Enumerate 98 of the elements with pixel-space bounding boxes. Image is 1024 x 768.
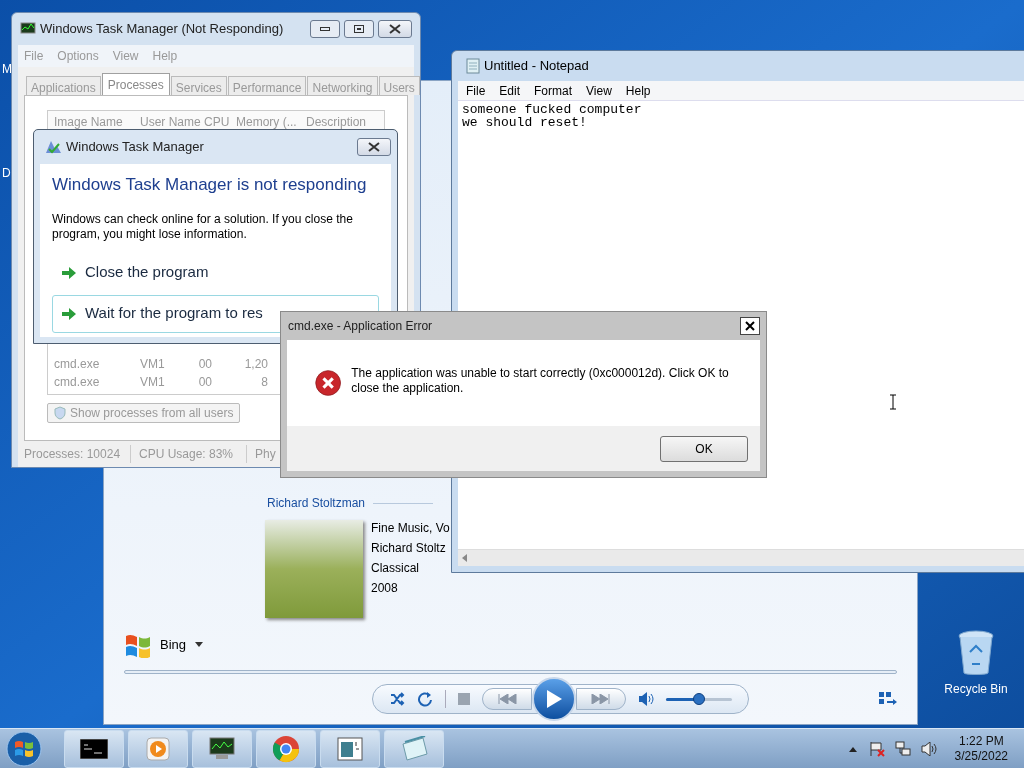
column-header[interactable]: Description bbox=[304, 113, 380, 131]
previous-button[interactable] bbox=[482, 688, 532, 710]
flag-icon[interactable] bbox=[868, 740, 885, 757]
status-text: Phy bbox=[246, 445, 276, 463]
switch-view-icon[interactable] bbox=[879, 692, 897, 706]
table-cell-text: VM1 bbox=[139, 356, 166, 373]
close-icon bbox=[389, 24, 401, 34]
taskbar-button[interactable] bbox=[192, 729, 252, 768]
desktop-icon-label: D bbox=[2, 165, 11, 182]
start-button[interactable] bbox=[4, 729, 44, 768]
desktop-icon-label[interactable]: Recycle Bin bbox=[944, 680, 1008, 698]
shield-icon bbox=[54, 406, 66, 420]
play-button[interactable] bbox=[532, 677, 576, 721]
table-cell-text: cmd.exe bbox=[53, 374, 101, 391]
windows-logo-icon bbox=[6, 730, 42, 767]
tab[interactable]: Services bbox=[170, 76, 227, 95]
document-text-line: someone fucked computer bbox=[462, 103, 643, 116]
next-icon bbox=[591, 694, 611, 704]
tab[interactable]: Applications bbox=[26, 76, 101, 95]
table-cell-text: 00 bbox=[197, 356, 212, 373]
artist-heading[interactable]: Richard Stoltzman bbox=[267, 494, 366, 512]
clock-date[interactable]: 3/25/2022 bbox=[954, 748, 1008, 764]
table-cell-text: 1,20 bbox=[243, 356, 268, 373]
close-icon bbox=[368, 142, 380, 152]
dialog-message: Windows can check online for a solution. If you close the program, you might lose information. bbox=[52, 211, 354, 242]
menu-item[interactable]: File bbox=[466, 81, 486, 100]
shuffle-icon[interactable] bbox=[389, 691, 405, 707]
menu-item[interactable]: Edit bbox=[499, 81, 521, 100]
menu-item[interactable]: View bbox=[112, 47, 139, 65]
minimize-button[interactable] bbox=[310, 20, 340, 38]
volume-icon[interactable] bbox=[638, 692, 654, 706]
window-title: Windows Task Manager bbox=[66, 138, 204, 157]
tab[interactable]: Users bbox=[378, 76, 420, 95]
notepad-icon bbox=[399, 735, 429, 762]
album-info-text: Classical bbox=[371, 560, 420, 576]
terminal-icon bbox=[80, 738, 108, 759]
tab[interactable]: Networking bbox=[307, 76, 378, 95]
table-cell-text: 00 bbox=[197, 374, 212, 391]
volume-thumb[interactable] bbox=[693, 692, 705, 705]
menu-item[interactable]: Help bbox=[625, 81, 651, 100]
volume-icon[interactable] bbox=[920, 741, 937, 756]
repeat-icon[interactable] bbox=[417, 691, 433, 707]
search-provider-label[interactable]: Bing bbox=[160, 635, 187, 655]
close-icon bbox=[745, 321, 755, 331]
document-text-line: we should reset! bbox=[462, 116, 587, 129]
menu-item[interactable]: Help bbox=[152, 47, 178, 65]
error-message: The application was unable to start correctly (0xc000012d). Click OK to close the application. bbox=[351, 366, 730, 397]
show-hidden-icons-icon[interactable] bbox=[848, 745, 857, 752]
menu-item[interactable]: View bbox=[586, 81, 612, 100]
table-cell-text: 8 bbox=[260, 374, 268, 391]
menu-item[interactable]: File bbox=[24, 47, 44, 65]
window-title: Untitled - Notepad bbox=[484, 57, 589, 76]
album-info-text: 2008 bbox=[371, 580, 399, 596]
caret-icon[interactable] bbox=[194, 642, 205, 648]
column-header[interactable]: CPU bbox=[202, 113, 234, 131]
menu-item[interactable]: Options bbox=[57, 47, 99, 65]
table-cell-text: cmd.exe bbox=[53, 356, 101, 373]
maximize-icon bbox=[354, 25, 364, 33]
menu-item[interactable]: Format bbox=[534, 81, 573, 100]
album-info-text: Richard Stoltz bbox=[371, 540, 447, 556]
notepad-icon bbox=[466, 58, 480, 74]
document-icon bbox=[337, 736, 363, 761]
tab[interactable]: Processes bbox=[101, 73, 170, 95]
tab[interactable]: Performance bbox=[227, 76, 307, 95]
arrow-icon bbox=[61, 306, 77, 321]
horizontal-scrollbar[interactable] bbox=[458, 549, 1024, 566]
command-link[interactable]: Close the program bbox=[52, 253, 379, 292]
next-button[interactable] bbox=[576, 688, 626, 710]
close-button[interactable] bbox=[357, 138, 391, 156]
maximize-button[interactable] bbox=[344, 20, 374, 38]
scroll-left-icon[interactable] bbox=[462, 554, 468, 562]
browser-icon bbox=[272, 734, 300, 763]
ok-button[interactable]: OK bbox=[660, 436, 748, 462]
clock-time[interactable]: 1:22 PM bbox=[958, 733, 1004, 749]
play-icon bbox=[546, 690, 562, 708]
window-title: Windows Task Manager (Not Responding) bbox=[40, 20, 284, 39]
previous-icon bbox=[497, 694, 517, 704]
column-header[interactable]: User Name bbox=[136, 113, 202, 131]
windows-logo-icon bbox=[124, 632, 152, 658]
recycle-bin-icon[interactable] bbox=[956, 630, 996, 676]
close-button[interactable] bbox=[740, 317, 760, 335]
column-header[interactable]: Image Name bbox=[48, 113, 136, 131]
desktop-icon-label: M bbox=[2, 61, 12, 78]
album-info-text: Fine Music, Vo bbox=[371, 520, 450, 536]
text-cursor-icon bbox=[889, 394, 897, 410]
column-header[interactable]: Memory (... bbox=[234, 113, 304, 131]
minimize-icon bbox=[320, 27, 330, 31]
status-text: Processes: 10024 bbox=[24, 446, 122, 463]
close-button[interactable] bbox=[378, 20, 412, 38]
status-text: CPU Usage: 83% bbox=[130, 445, 246, 463]
show-processes-button[interactable]: Show processes from all users bbox=[47, 403, 241, 423]
play-icon bbox=[146, 736, 170, 761]
arrow-icon bbox=[61, 265, 77, 280]
dialog-heading: Windows Task Manager is not responding bbox=[52, 174, 368, 196]
monitor-icon bbox=[208, 736, 236, 761]
network-icon[interactable] bbox=[894, 740, 911, 757]
taskbar-button[interactable] bbox=[64, 729, 124, 768]
table-cell-text: VM1 bbox=[139, 374, 166, 391]
